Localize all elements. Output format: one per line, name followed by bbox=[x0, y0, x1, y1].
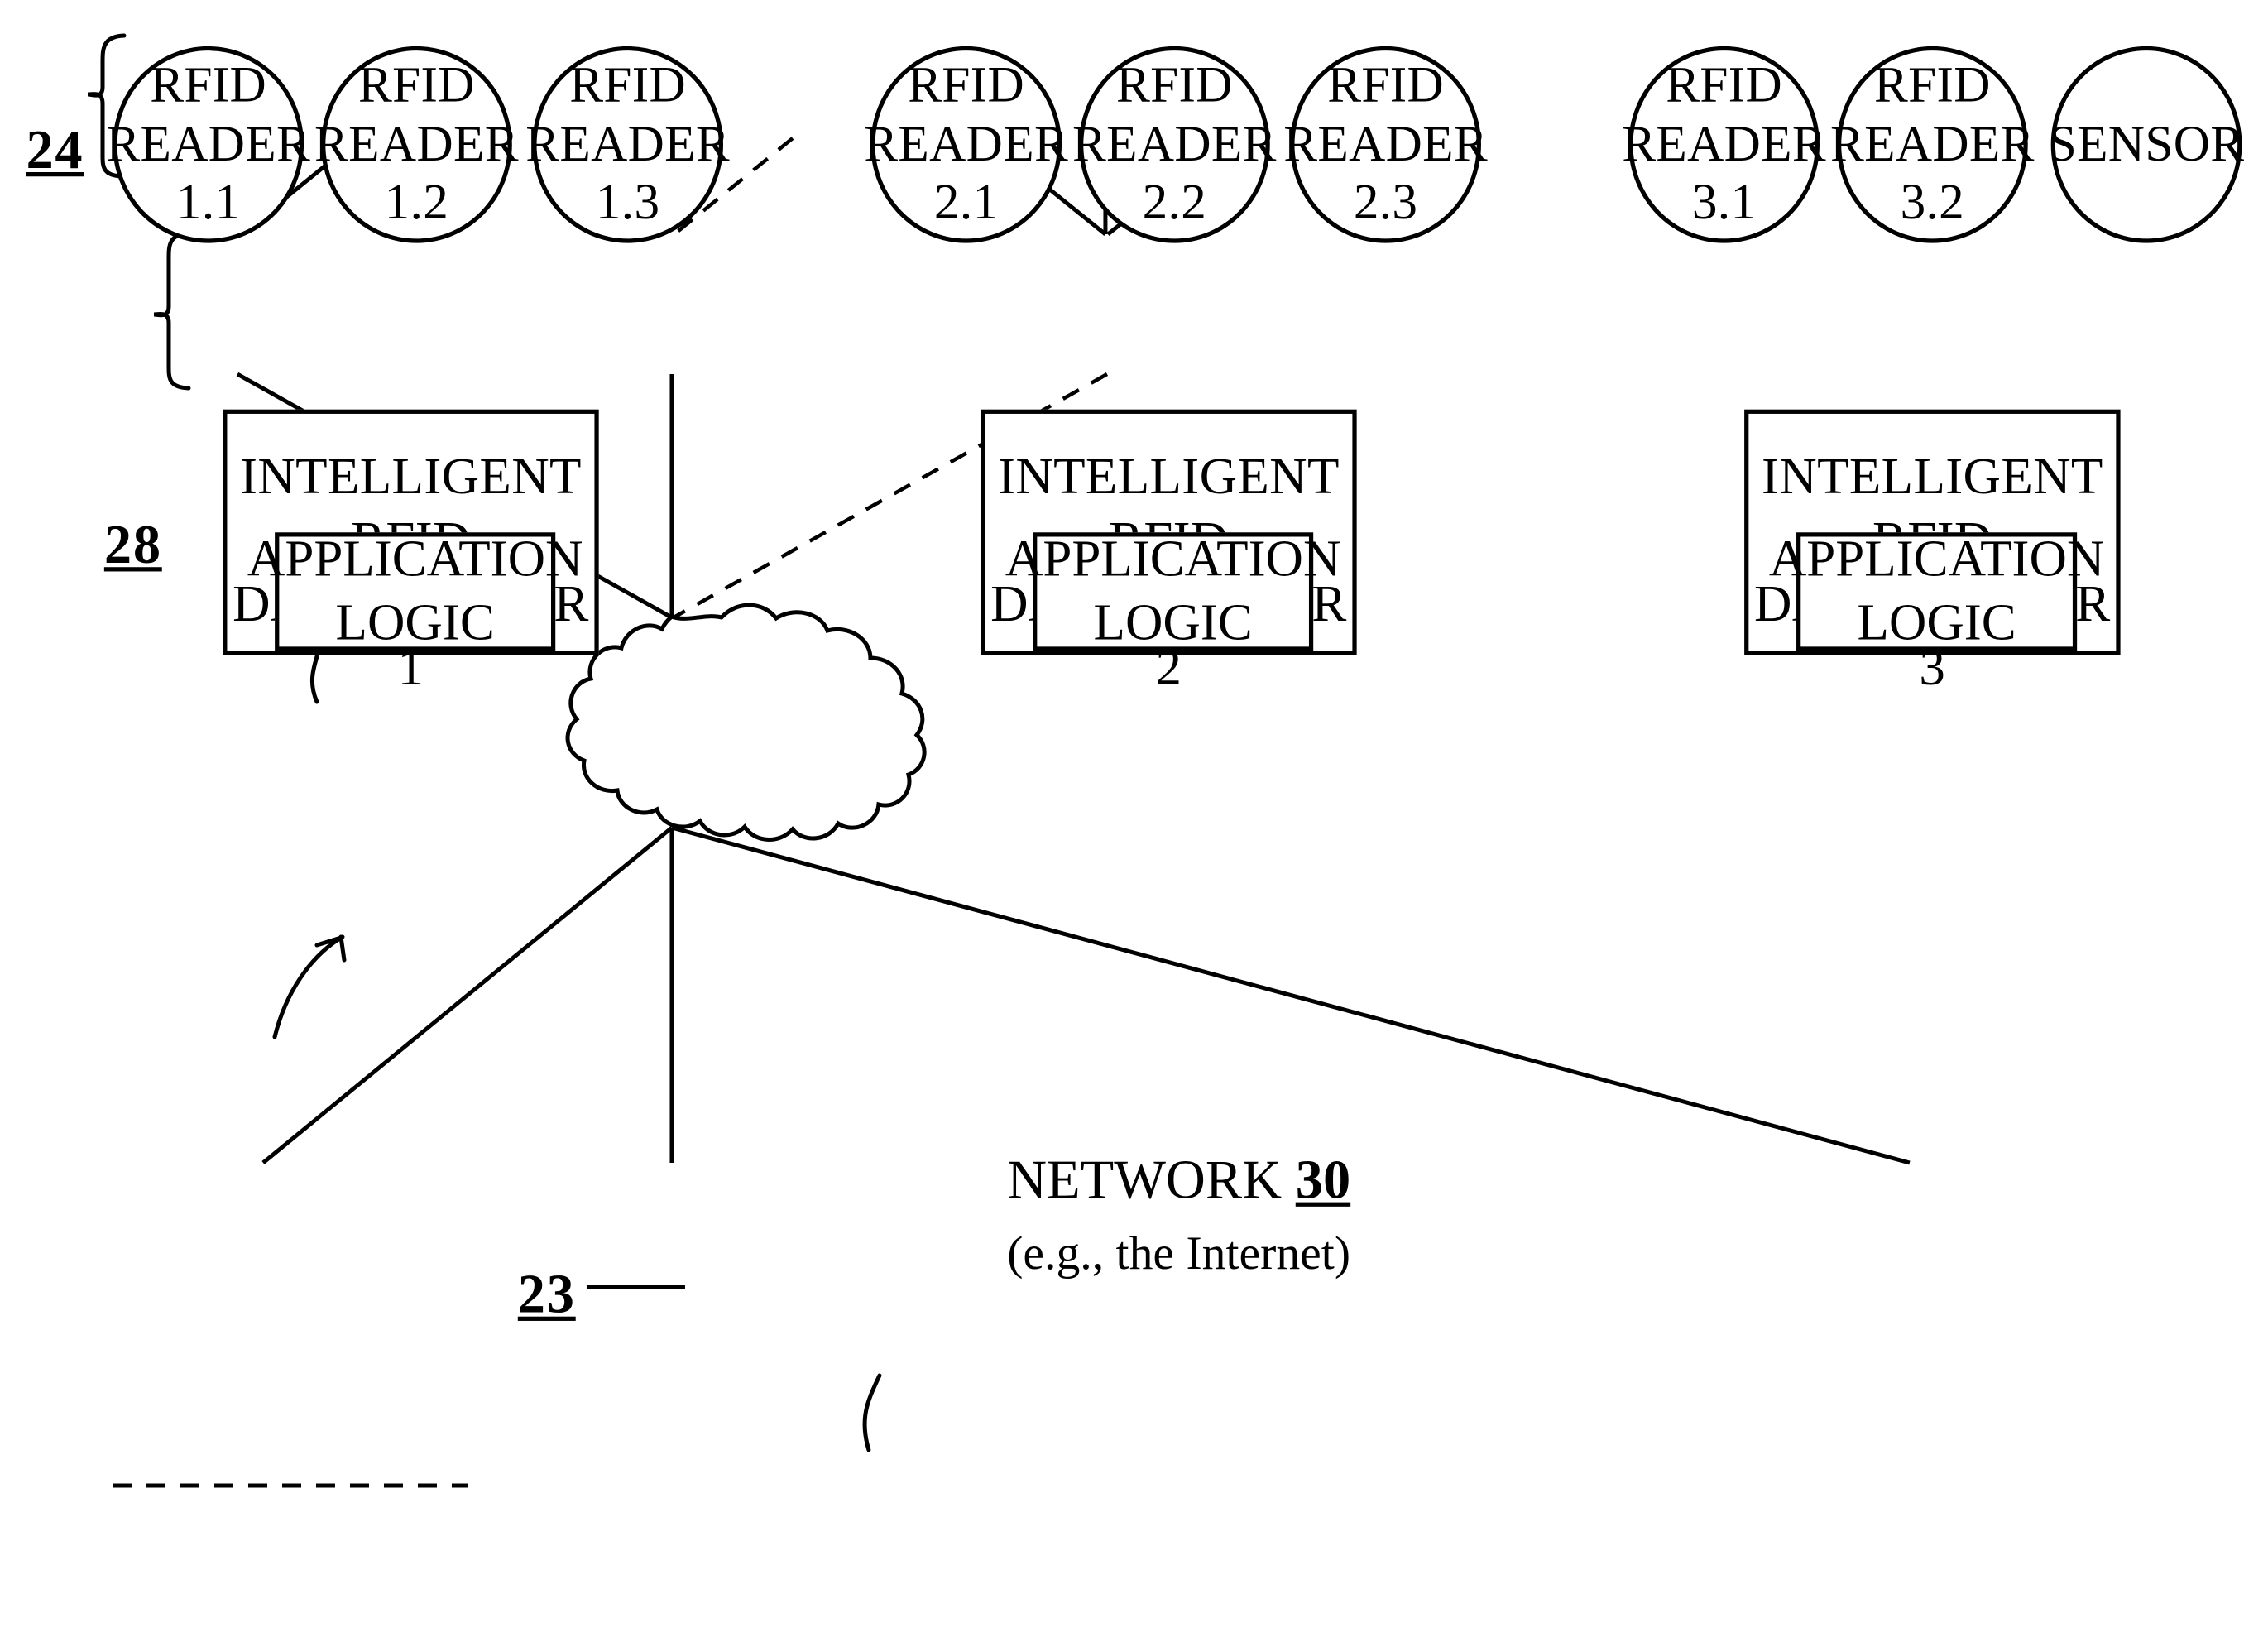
reader-label-line1: RFID bbox=[1327, 56, 1444, 113]
reader-label-line1: RFID bbox=[1873, 56, 1991, 113]
reader-label-line3: 2.2 bbox=[1142, 174, 1207, 231]
rfid-reader-1-3[interactable]: RFID READER 1.3 bbox=[525, 46, 730, 243]
reader-label-line2: READER bbox=[1072, 115, 1277, 172]
ref-label-28: 28 bbox=[103, 515, 162, 576]
reader-label-line2: READER bbox=[1829, 115, 2035, 172]
rfid-reader-3-2[interactable]: RFID READER 3.2 bbox=[1830, 46, 2034, 243]
rfid-reader-3-1[interactable]: RFID READER 3.1 bbox=[1622, 46, 1826, 243]
network-cloud-label: NETWORK 30 (e.g., the Internet) bbox=[810, 1145, 1547, 1289]
application-logic-box-1[interactable]: APPLICATION LOGIC bbox=[247, 530, 583, 651]
reader-label-line1: RFID bbox=[908, 56, 1025, 113]
network-label: NETWORK bbox=[1007, 1150, 1283, 1212]
reader-label-line2: READER bbox=[314, 115, 519, 172]
reader-label-line2: READER bbox=[525, 115, 731, 172]
rfid-reader-1-1[interactable]: RFID READER 1.1 bbox=[106, 46, 310, 243]
reader-label-line2: READER bbox=[1622, 115, 1827, 172]
reader-label-line1: RFID bbox=[150, 56, 267, 113]
reader-label-line2: READER bbox=[864, 115, 1069, 172]
rfid-reader-2-1[interactable]: RFID READER 2.1 bbox=[864, 46, 1068, 243]
ref-label-24: 24 bbox=[26, 120, 84, 181]
reader-label-line1: RFID bbox=[358, 56, 475, 113]
app-logic-line1: APPLICATION bbox=[1005, 529, 1341, 588]
rfid-reader-2-3[interactable]: RFID READER 2.3 bbox=[1283, 46, 1488, 243]
app-logic-line2: LOGIC bbox=[335, 593, 495, 651]
rfid-reader-1-2[interactable]: RFID READER 1.2 bbox=[314, 46, 519, 243]
app-logic-line2: LOGIC bbox=[1857, 593, 2016, 651]
network-sublabel: (e.g., the Internet) bbox=[1007, 1228, 1351, 1281]
reader-label-line2: READER bbox=[106, 115, 311, 172]
rfid-reader-2-2[interactable]: RFID READER 2.2 bbox=[1072, 46, 1276, 243]
app-logic-line2: LOGIC bbox=[1093, 593, 1253, 651]
reader-label-line1: RFID bbox=[569, 56, 687, 113]
reader-label-line3: 3.1 bbox=[1691, 174, 1757, 231]
reader-label-line3: 1.1 bbox=[175, 174, 241, 231]
reader-label-line1: RFID bbox=[1115, 56, 1233, 113]
reader-label-line3: 2.3 bbox=[1353, 174, 1418, 231]
network-cloud[interactable]: NETWORK 30 (e.g., the Internet) bbox=[810, 1071, 1547, 1462]
patent-figure: RFID READER 1.1 RFID READER 1.2 RFID REA… bbox=[0, 0, 2268, 1642]
network-cloud-shape bbox=[565, 603, 927, 842]
leader-arrow-22 bbox=[272, 934, 347, 1039]
network-ref: 30 bbox=[1295, 1150, 1351, 1212]
reader-label-line1: RFID bbox=[1666, 56, 1783, 113]
brace-router-group bbox=[153, 231, 191, 391]
reader-label-line3: 2.1 bbox=[933, 174, 999, 231]
reader-label-line3: 3.2 bbox=[1900, 174, 1965, 231]
reader-label-line3: 1.3 bbox=[595, 174, 660, 231]
application-logic-box-2[interactable]: APPLICATION LOGIC bbox=[1005, 530, 1340, 651]
sensor-node[interactable]: SENSOR bbox=[2048, 46, 2245, 243]
reader-label-line3: 1.2 bbox=[384, 174, 449, 231]
app-logic-line1: APPLICATION bbox=[247, 529, 583, 588]
sensor-label: SENSOR bbox=[2048, 115, 2245, 172]
ref-label-23: 23 bbox=[517, 1264, 576, 1326]
application-logic-box-3[interactable]: APPLICATION LOGIC bbox=[1769, 530, 2104, 651]
app-logic-line1: APPLICATION bbox=[1768, 529, 2105, 588]
reader-label-line2: READER bbox=[1283, 115, 1489, 172]
